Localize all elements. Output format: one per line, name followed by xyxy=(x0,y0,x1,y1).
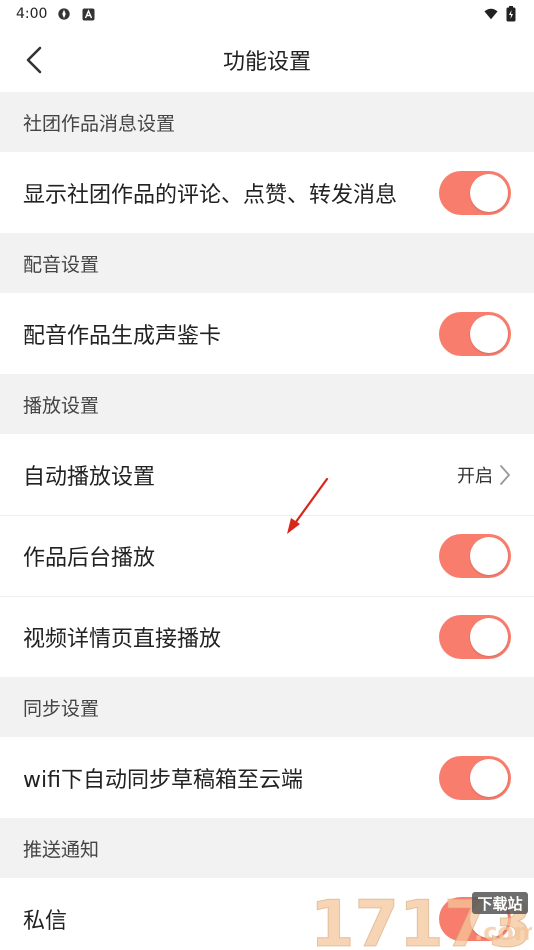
status-time: 4:00 xyxy=(16,6,48,22)
back-button[interactable] xyxy=(14,40,54,80)
section-header-push: 推送通知 xyxy=(0,818,534,878)
page-title: 功能设置 xyxy=(222,50,311,75)
toggle-knob xyxy=(470,314,508,353)
setting-label: 配音作品生成声鉴卡 xyxy=(23,323,222,349)
background-play-toggle[interactable] xyxy=(439,534,511,578)
voice-card-toggle[interactable] xyxy=(439,311,511,356)
setting-row-autoplay[interactable]: 自动播放设置 开启 xyxy=(0,434,534,515)
setting-row-background-play: 作品后台播放 xyxy=(0,515,534,596)
setting-row-video-autoplay: 视频详情页直接播放 xyxy=(0,596,534,677)
wifi-sync-toggle[interactable] xyxy=(439,755,511,800)
setting-label: 作品后台播放 xyxy=(23,546,156,571)
community-messages-toggle[interactable] xyxy=(439,170,511,215)
video-autoplay-toggle[interactable] xyxy=(439,615,511,659)
toggle-knob xyxy=(470,618,508,656)
setting-label: 私信 xyxy=(23,908,68,934)
setting-label: wifi下自动同步草稿箱至云端 xyxy=(23,767,303,793)
section-header-sync: 同步设置 xyxy=(0,677,534,737)
nav-bar: 功能设置 xyxy=(0,28,534,92)
setting-row-private-message: 私信 xyxy=(0,878,534,950)
setting-label: 视频详情页直接播放 xyxy=(23,627,222,652)
toggle-knob xyxy=(470,899,508,938)
chevron-right-icon xyxy=(500,464,510,485)
setting-row-wifi-sync: wifi下自动同步草稿箱至云端 xyxy=(0,737,534,818)
a-notification-icon xyxy=(81,7,95,21)
autoplay-value: 开启 xyxy=(457,465,493,487)
section-header-playback: 播放设置 xyxy=(0,374,534,434)
setting-label: 显示社团作品的评论、点赞、转发消息 xyxy=(23,182,398,208)
setting-label: 自动播放设置 xyxy=(23,464,156,490)
toggle-knob xyxy=(470,173,508,212)
setting-row-voice-card: 配音作品生成声鉴卡 xyxy=(0,293,534,374)
private-message-toggle[interactable] xyxy=(439,896,511,941)
toggle-knob xyxy=(470,758,508,797)
status-bar: 4:00 xyxy=(0,0,534,28)
section-header-dubbing: 配音设置 xyxy=(0,233,534,293)
toggle-knob xyxy=(470,537,508,575)
setting-row-community-messages: 显示社团作品的评论、点赞、转发消息 xyxy=(0,152,534,233)
chevron-left-icon xyxy=(26,46,42,74)
wifi-icon xyxy=(484,7,498,21)
section-header-community: 社团作品消息设置 xyxy=(0,92,534,152)
battery-icon xyxy=(504,6,518,22)
app-notification-icon xyxy=(57,7,71,21)
